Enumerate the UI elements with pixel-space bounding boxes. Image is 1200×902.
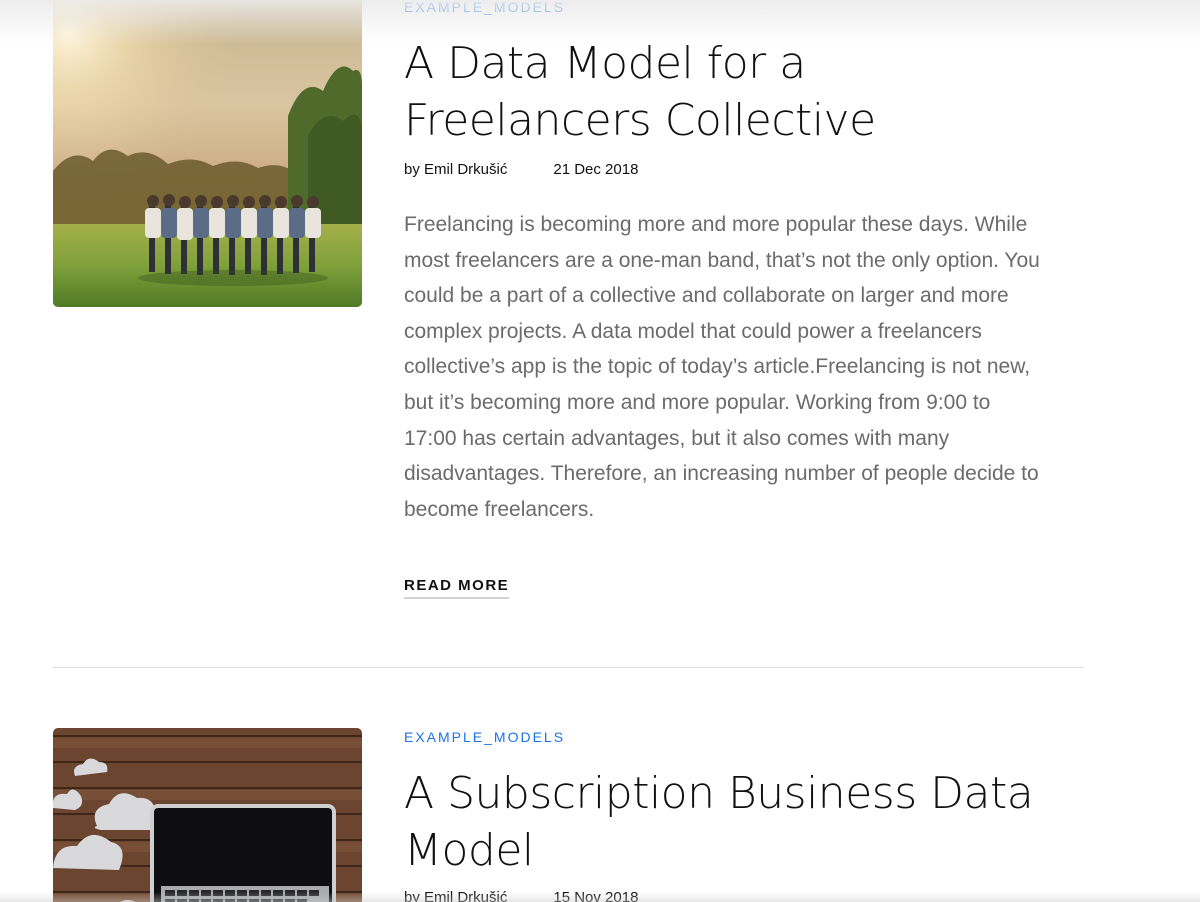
post-author: by Emil Drkušić <box>404 161 508 178</box>
post-excerpt: Freelancing is becoming more and more po… <box>404 213 1040 521</box>
post-meta: by Emil Drkušić 21 Dec 2018 <box>404 161 638 178</box>
post-date: 21 Dec 2018 <box>553 161 639 178</box>
read-more-link[interactable]: READ MORE <box>404 577 510 599</box>
bottom-scroll-shadow <box>0 892 1200 902</box>
post-title[interactable]: A Data Model for a Freelancers Collectiv… <box>404 35 1044 149</box>
post-thumbnail-laptop-with-clouds[interactable] <box>53 728 362 902</box>
post-title[interactable]: A Subscription Business Data Model <box>404 765 1044 879</box>
post-divider <box>53 667 1084 668</box>
post-category-link[interactable]: EXAMPLE_MODELS <box>404 729 565 745</box>
post-thumbnail-friends-in-park[interactable] <box>53 0 362 307</box>
blog-listing-page: EXAMPLE_MODELS A Data Model for a Freela… <box>0 0 1200 902</box>
post-category-link[interactable]: EXAMPLE_MODELS <box>404 0 565 15</box>
